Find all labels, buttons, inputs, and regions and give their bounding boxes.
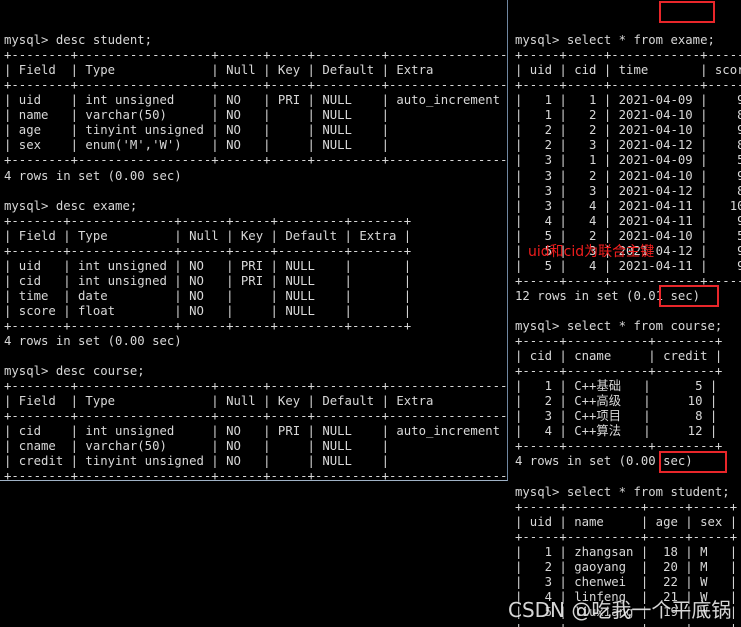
terminal-line: | 3 | 2 | 2021-04-10 | 93 — [515, 168, 741, 183]
terminal-line: mysql> select * from course; — [515, 318, 723, 333]
terminal-line: mysql> desc student; — [4, 33, 153, 48]
terminal-line: | 5 | 4 | 2021-04-11 | 95 — [515, 258, 741, 273]
terminal-line: 4 rows in set (0.00 sec) — [515, 454, 693, 469]
terminal-line: | uid | name | age | sex | — [515, 514, 738, 529]
terminal-line: | uid | int unsigned | NO | PRI | NULL |… — [4, 93, 508, 108]
terminal-line: | uid | int unsigned | NO | PRI | NULL |… — [4, 258, 412, 273]
terminal-line: 12 rows in set (0.01 sec) — [515, 288, 701, 303]
terminal-line: | 2 | C++高级 | 10 | — [515, 394, 718, 409]
terminal-line: | sex | enum('M','W') | NO | | NULL | | — [4, 138, 508, 153]
terminal-line: +--------+------------------+------+----… — [4, 409, 508, 424]
terminal-line: | Field | Type | Null | Key | Default | … — [4, 228, 412, 243]
terminal-line: | uid | cid | time | score — [515, 63, 741, 78]
terminal-line: | 1 | 2 | 2021-04-10 | 80 — [515, 108, 741, 123]
screenshot-root: mysql> desc student; +--------+----------… — [0, 0, 741, 627]
terminal-line: +--------+------------------+------+----… — [4, 153, 508, 168]
terminal-line: 4 rows in set (0.00 sec) — [4, 334, 182, 349]
terminal-line: | Field | Type | Null | Key | Default | … — [4, 63, 508, 78]
terminal-line: | 4 | C++算法 | 12 | — [515, 424, 718, 439]
terminal-line: +-----+----------+-----+-----+ — [515, 529, 738, 544]
terminal-line: mysql> select * from exame; — [515, 33, 715, 48]
terminal-line: | 3 | chenwei | 22 | W | — [515, 574, 738, 589]
terminal-line: | 1 | zhangsan | 18 | M | — [515, 544, 738, 559]
terminal-line: +-----+-----------+--------+ — [515, 439, 723, 454]
left-terminal-pane[interactable]: mysql> desc student; +--------+----------… — [0, 0, 508, 481]
terminal-line: | age | tinyint unsigned | NO | | NULL |… — [4, 123, 508, 138]
terminal-line: | 3 | C++项目 | 8 | — [515, 409, 718, 424]
terminal-line: | cname | varchar(50) | NO | | NULL | | — [4, 439, 508, 454]
terminal-line: | cid | cname | credit | — [515, 349, 723, 364]
terminal-line: | 2 | 2 | 2021-04-10 | 90 — [515, 123, 741, 138]
terminal-line: +-----+-----+------------+------- — [515, 78, 741, 93]
terminal-line: +-------+--------------+------+-----+---… — [4, 318, 412, 333]
terminal-line: mysql> desc exame; — [4, 198, 138, 213]
terminal-line: | 3 | 1 | 2021-04-09 | 56 — [515, 153, 741, 168]
terminal-line: | credit | tinyint unsigned | NO | | NUL… — [4, 454, 508, 469]
terminal-line: +-----+-----+------------+------- — [515, 273, 741, 288]
right-terminal-output: mysql> select * from exame; +-----+-----+… — [515, 33, 741, 627]
terminal-line: +-----+-----------+--------+ — [515, 334, 723, 349]
terminal-line: | 2 | gaoyang | 20 | M | — [515, 559, 738, 574]
terminal-line: mysql> desc course; — [4, 364, 145, 379]
right-terminal-pane[interactable]: mysql> select * from exame; +-----+-----+… — [511, 0, 741, 627]
terminal-line: +-------+--------------+------+-----+---… — [4, 213, 412, 228]
terminal-line: | cid | int unsigned | NO | PRI | NULL |… — [4, 424, 508, 439]
annotation-joint-primary-key: uid和cid为联合主键 — [528, 244, 655, 260]
terminal-line: 4 rows in set (0.00 sec) — [4, 168, 182, 183]
terminal-line: +-----+----------+-----+-----+ — [515, 499, 738, 514]
terminal-line: | 1 | C++基础 | 5 | — [515, 379, 718, 394]
terminal-line: mysql> select * from student; — [515, 484, 730, 499]
terminal-line: +-------+--------------+------+-----+---… — [4, 243, 412, 258]
terminal-line: +--------+------------------+------+----… — [4, 469, 508, 481]
terminal-line: +--------+------------------+------+----… — [4, 379, 508, 394]
terminal-line: | 2 | 3 | 2021-04-12 | 85 — [515, 138, 741, 153]
terminal-line: | 1 | 1 | 2021-04-09 | 99 — [515, 93, 741, 108]
terminal-line: +-----+-----------+--------+ — [515, 364, 723, 379]
terminal-line: | Field | Type | Null | Key | Default | … — [4, 394, 508, 409]
left-pane-empty-area — [0, 481, 509, 627]
terminal-line: +-----+-----+------------+------- — [515, 48, 741, 63]
terminal-line: | 4 | 4 | 2021-04-11 | 99 — [515, 213, 741, 228]
terminal-line: | score | float | NO | | NULL | | — [4, 303, 412, 318]
terminal-line: | 3 | 3 | 2021-04-12 | 89 — [515, 183, 741, 198]
terminal-line: | cid | int unsigned | NO | PRI | NULL |… — [4, 273, 412, 288]
terminal-line: | time | date | NO | | NULL | | — [4, 288, 412, 303]
terminal-line: +--------+------------------+------+----… — [4, 78, 508, 93]
terminal-line: | 5 | 2 | 2021-04-10 | 59 — [515, 228, 741, 243]
csdn-watermark: CSDN @吃我一个平底锅 — [508, 598, 732, 622]
terminal-line: | name | varchar(50) | NO | | NULL | | — [4, 108, 508, 123]
terminal-line: | 3 | 4 | 2021-04-11 | 100 — [515, 198, 741, 213]
left-terminal-output: mysql> desc student; +--------+----------… — [4, 33, 508, 481]
terminal-line: +--------+------------------+------+----… — [4, 48, 508, 63]
